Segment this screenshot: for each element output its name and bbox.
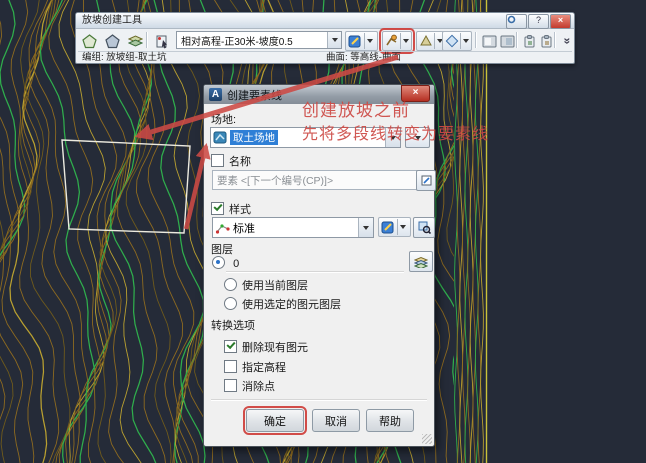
- feature-line-style-icon: [215, 221, 231, 235]
- grading-elevation-tool-button[interactable]: [442, 31, 472, 51]
- weed-points-label: 消除点: [242, 381, 275, 393]
- edit-criteria-button[interactable]: [345, 31, 378, 51]
- ok-button[interactable]: 确定: [246, 409, 304, 432]
- create-feature-line-tool-button[interactable]: [382, 31, 412, 51]
- toolbar-pin-button[interactable]: [506, 14, 527, 29]
- chevron-down-icon[interactable]: [397, 219, 408, 235]
- toolbar-icon-row: 相对高程-正30米-坡度0.5: [76, 29, 574, 51]
- use-entity-layer-label: 使用选定的图元图层: [242, 299, 341, 311]
- dialog-title: 创建要素线: [227, 87, 282, 103]
- site-picker-button[interactable]: [405, 127, 430, 148]
- toolbar-title: 放坡创建工具: [76, 13, 574, 29]
- layer-radio[interactable]: [212, 256, 225, 269]
- chevron-down-icon[interactable]: [364, 33, 375, 49]
- grading-group-icon[interactable]: [125, 31, 145, 51]
- elevation-editor-icon[interactable]: [497, 31, 517, 51]
- edit-style-icon: [379, 219, 397, 235]
- layer-value: 0: [233, 258, 239, 270]
- use-entity-layer-option[interactable]: 使用选定的图元图层: [204, 296, 454, 312]
- toolbar-help-button[interactable]: ?: [528, 14, 549, 29]
- style-selected-value: 标准: [233, 220, 255, 236]
- name-option[interactable]: 名称: [204, 153, 441, 169]
- toolbar-status-row: 编组: 放坡组-取土坑 曲面: 等高线-曲面: [76, 51, 574, 63]
- magnifier-icon: [418, 221, 431, 234]
- status-grading-group: 编组: 放坡组-取土坑: [78, 51, 322, 63]
- grading-criteria-select[interactable]: 相对高程-正30米-坡度0.5: [176, 31, 342, 49]
- use-current-layer-radio[interactable]: [224, 278, 237, 291]
- diamond-icon: [443, 33, 460, 49]
- edit-style-button[interactable]: [378, 217, 411, 237]
- chevron-down-icon[interactable]: [327, 32, 341, 48]
- style-label: 样式: [229, 204, 251, 216]
- name-label: 名称: [229, 156, 251, 168]
- name-template-button[interactable]: [416, 170, 436, 191]
- layers-icon: [414, 256, 428, 268]
- edit-style-icon: [346, 33, 364, 49]
- help-button[interactable]: 帮助: [366, 409, 414, 432]
- assign-elevations-option[interactable]: 指定高程: [204, 359, 454, 375]
- create-feature-line-dialog: A 创建要素线 × 场地: 取土场地 名称 要素 <[下一个编号(CP)]> 样…: [203, 84, 435, 447]
- weed-points-checkbox[interactable]: [224, 379, 237, 392]
- site-selected-value: 取土场地: [230, 130, 278, 145]
- create-grading-infill-icon[interactable]: [102, 31, 122, 51]
- site-label: 场地:: [204, 111, 441, 127]
- autocad-logo-icon: A: [209, 88, 222, 101]
- layer-label: 图层: [204, 241, 441, 257]
- chevron-down-icon[interactable]: [358, 218, 373, 237]
- feature-line-icon: [383, 33, 400, 49]
- cancel-button[interactable]: 取消: [312, 409, 360, 432]
- erase-entities-checkbox[interactable]: [224, 340, 237, 353]
- layer-value-row: 0: [204, 256, 434, 270]
- assign-elevations-checkbox[interactable]: [224, 360, 237, 373]
- chevron-down-icon[interactable]: [400, 33, 411, 49]
- erase-entities-label: 删除现有图元: [242, 342, 308, 354]
- toolbar-close-button[interactable]: ×: [550, 14, 571, 29]
- civil3d-viewport: 放坡创建工具 ? ×: [0, 0, 646, 463]
- conversion-options-label: 转换选项: [204, 317, 441, 333]
- chevron-down-icon[interactable]: [460, 33, 471, 49]
- use-current-layer-label: 使用当前图层: [242, 280, 308, 292]
- style-checkbox[interactable]: [211, 202, 224, 215]
- site-icon: [213, 130, 228, 145]
- chevron-down-icon[interactable]: [385, 128, 400, 147]
- resize-grip[interactable]: [422, 434, 432, 444]
- erase-entities-option[interactable]: 删除现有图元: [204, 339, 454, 355]
- cone-icon: [417, 33, 434, 49]
- create-grading-icon[interactable]: [79, 31, 99, 51]
- use-entity-layer-radio[interactable]: [224, 297, 237, 310]
- expand-toolbar-button[interactable]: »: [557, 31, 577, 51]
- dialog-titlebar[interactable]: A 创建要素线: [204, 85, 434, 104]
- style-option[interactable]: 样式: [204, 201, 441, 217]
- weed-points-option[interactable]: 消除点: [204, 378, 454, 394]
- dialog-close-button[interactable]: ×: [401, 85, 430, 102]
- use-current-layer-option[interactable]: 使用当前图层: [204, 277, 454, 293]
- name-input[interactable]: 要素 <[下一个编号(CP)]>: [212, 170, 418, 190]
- grading-creation-toolbar: 放坡创建工具 ? ×: [75, 12, 575, 64]
- assign-elevations-label: 指定高程: [242, 362, 286, 374]
- status-surface: 曲面: 等高线-曲面: [322, 51, 572, 63]
- select-grading-group-icon[interactable]: [152, 31, 172, 51]
- layer-picker-button[interactable]: [409, 251, 433, 272]
- style-preview-button[interactable]: [413, 217, 435, 238]
- grading-editor-icon[interactable]: [479, 31, 499, 51]
- name-checkbox[interactable]: [211, 154, 224, 167]
- grading-criteria-value: 相对高程-正30米-坡度0.5: [177, 33, 327, 48]
- site-select[interactable]: 取土场地: [210, 127, 401, 148]
- style-select[interactable]: 标准: [212, 217, 374, 238]
